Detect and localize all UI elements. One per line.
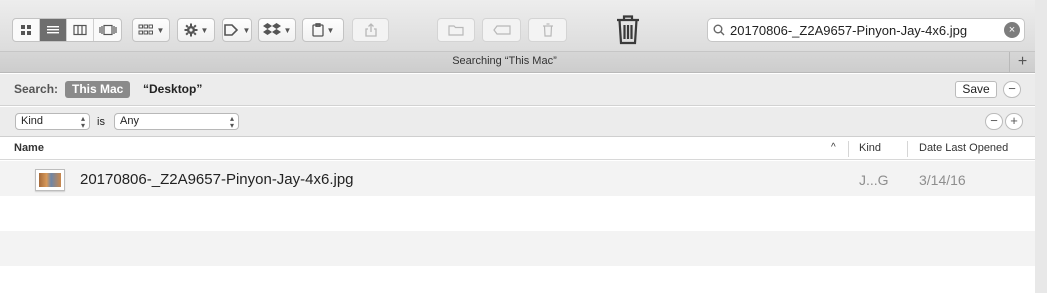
finder-window: ▼ ▼ ▼ ▼ ▼ 20170806-_Z2A9657-Pinyon-Jay-4…	[0, 0, 1047, 293]
remove-scope-button[interactable]: −	[1003, 81, 1021, 98]
empty-row	[0, 266, 1035, 293]
updown-arrows-icon: ▴ ▾	[80, 114, 85, 130]
tag-icon	[223, 24, 238, 36]
arrange-button[interactable]: ▼	[132, 18, 170, 42]
sort-ascending-icon[interactable]: ^	[831, 142, 836, 153]
empty-row	[0, 231, 1035, 266]
tab-title[interactable]: Searching “This Mac”	[0, 55, 1009, 67]
column-name[interactable]: Name	[14, 142, 44, 154]
dropbox-icon	[262, 23, 281, 35]
search-field[interactable]: 20170806-_Z2A9657-Pinyon-Jay-4x6.jpg ×	[707, 18, 1025, 42]
file-row[interactable]: 20170806-_Z2A9657-Pinyon-Jay-4x6.jpg J..…	[0, 161, 1035, 196]
clear-search-icon[interactable]: ×	[1004, 22, 1020, 38]
action-button[interactable]: ▼	[177, 18, 215, 42]
trash-icon	[617, 15, 639, 45]
trash-small-icon	[542, 23, 553, 37]
new-tab-button[interactable]: +	[1009, 52, 1035, 73]
toolbar: ▼ ▼ ▼ ▼ ▼ 20170806-_Z2A9657-Pinyon-Jay-4…	[0, 0, 1035, 52]
file-kind: J...G	[859, 172, 889, 188]
share-button[interactable]	[352, 18, 389, 42]
dropbox-button[interactable]: ▼	[258, 18, 296, 42]
image-thumbnail	[35, 169, 65, 191]
gear-icon	[184, 23, 198, 37]
folder-icon	[448, 25, 464, 36]
column-divider[interactable]	[907, 141, 908, 157]
scope-label: Search:	[14, 82, 59, 96]
tab-bar: Searching “This Mac” +	[0, 52, 1035, 73]
search-input[interactable]: 20170806-_Z2A9657-Pinyon-Jay-4x6.jpg	[730, 23, 1004, 38]
delete-button[interactable]	[528, 18, 567, 42]
share-icon	[364, 23, 377, 37]
value-popup[interactable]: Any ▴ ▾	[114, 113, 239, 130]
attribute-popup[interactable]: Kind ▴ ▾	[15, 113, 90, 130]
add-criteria-button[interactable]: +	[1005, 113, 1023, 130]
list-view-icon	[47, 26, 59, 34]
label-button[interactable]	[482, 18, 521, 42]
save-search-button[interactable]: Save	[955, 81, 997, 98]
criteria-value: Any	[120, 115, 139, 127]
label-icon	[492, 25, 511, 35]
new-folder-button[interactable]	[437, 18, 475, 42]
search-criteria-row: Kind ▴ ▾ is Any ▴ ▾ − +	[0, 107, 1035, 137]
file-date: 3/14/16	[919, 172, 966, 188]
column-view-button[interactable]	[67, 19, 94, 41]
clipboard-icon	[311, 23, 324, 37]
column-header: Name ^ Kind Date Last Opened	[0, 138, 1035, 160]
chevron-down-icon: ▼	[242, 25, 251, 35]
column-divider[interactable]	[848, 141, 849, 157]
tag-button[interactable]: ▼	[222, 18, 252, 42]
column-kind[interactable]: Kind	[859, 142, 881, 154]
icon-view-button[interactable]	[13, 19, 40, 41]
updown-arrows-icon: ▴ ▾	[229, 114, 234, 130]
scope-desktop[interactable]: “Desktop”	[143, 82, 202, 96]
attribute-value: Kind	[21, 115, 44, 127]
chevron-down-icon: ▼	[326, 25, 335, 35]
column-view-icon	[73, 24, 87, 36]
view-switcher	[12, 18, 122, 42]
arrange-grid-icon	[138, 24, 153, 35]
empty-row	[0, 196, 1035, 231]
share-menu-button[interactable]: ▼	[302, 18, 344, 42]
search-scope-bar: Search: This Mac “Desktop” Save −	[0, 74, 1035, 106]
remove-criteria-button[interactable]: −	[985, 113, 1003, 130]
search-icon	[708, 24, 730, 36]
cover-flow-icon	[98, 24, 117, 36]
chevron-down-icon: ▼	[200, 25, 209, 35]
scope-this-mac[interactable]: This Mac	[65, 81, 131, 98]
list-view-button[interactable]	[40, 19, 67, 41]
window-edge	[1035, 0, 1047, 293]
cover-flow-view-button[interactable]	[94, 19, 121, 41]
file-name[interactable]: 20170806-_Z2A9657-Pinyon-Jay-4x6.jpg	[80, 171, 354, 188]
chevron-down-icon: ▼	[156, 25, 165, 35]
operator-label: is	[97, 116, 105, 128]
chevron-down-icon: ▼	[283, 25, 292, 35]
column-date-last-opened[interactable]: Date Last Opened	[919, 142, 1008, 154]
trash-button[interactable]	[613, 13, 643, 45]
icon-view-icon	[21, 25, 31, 35]
